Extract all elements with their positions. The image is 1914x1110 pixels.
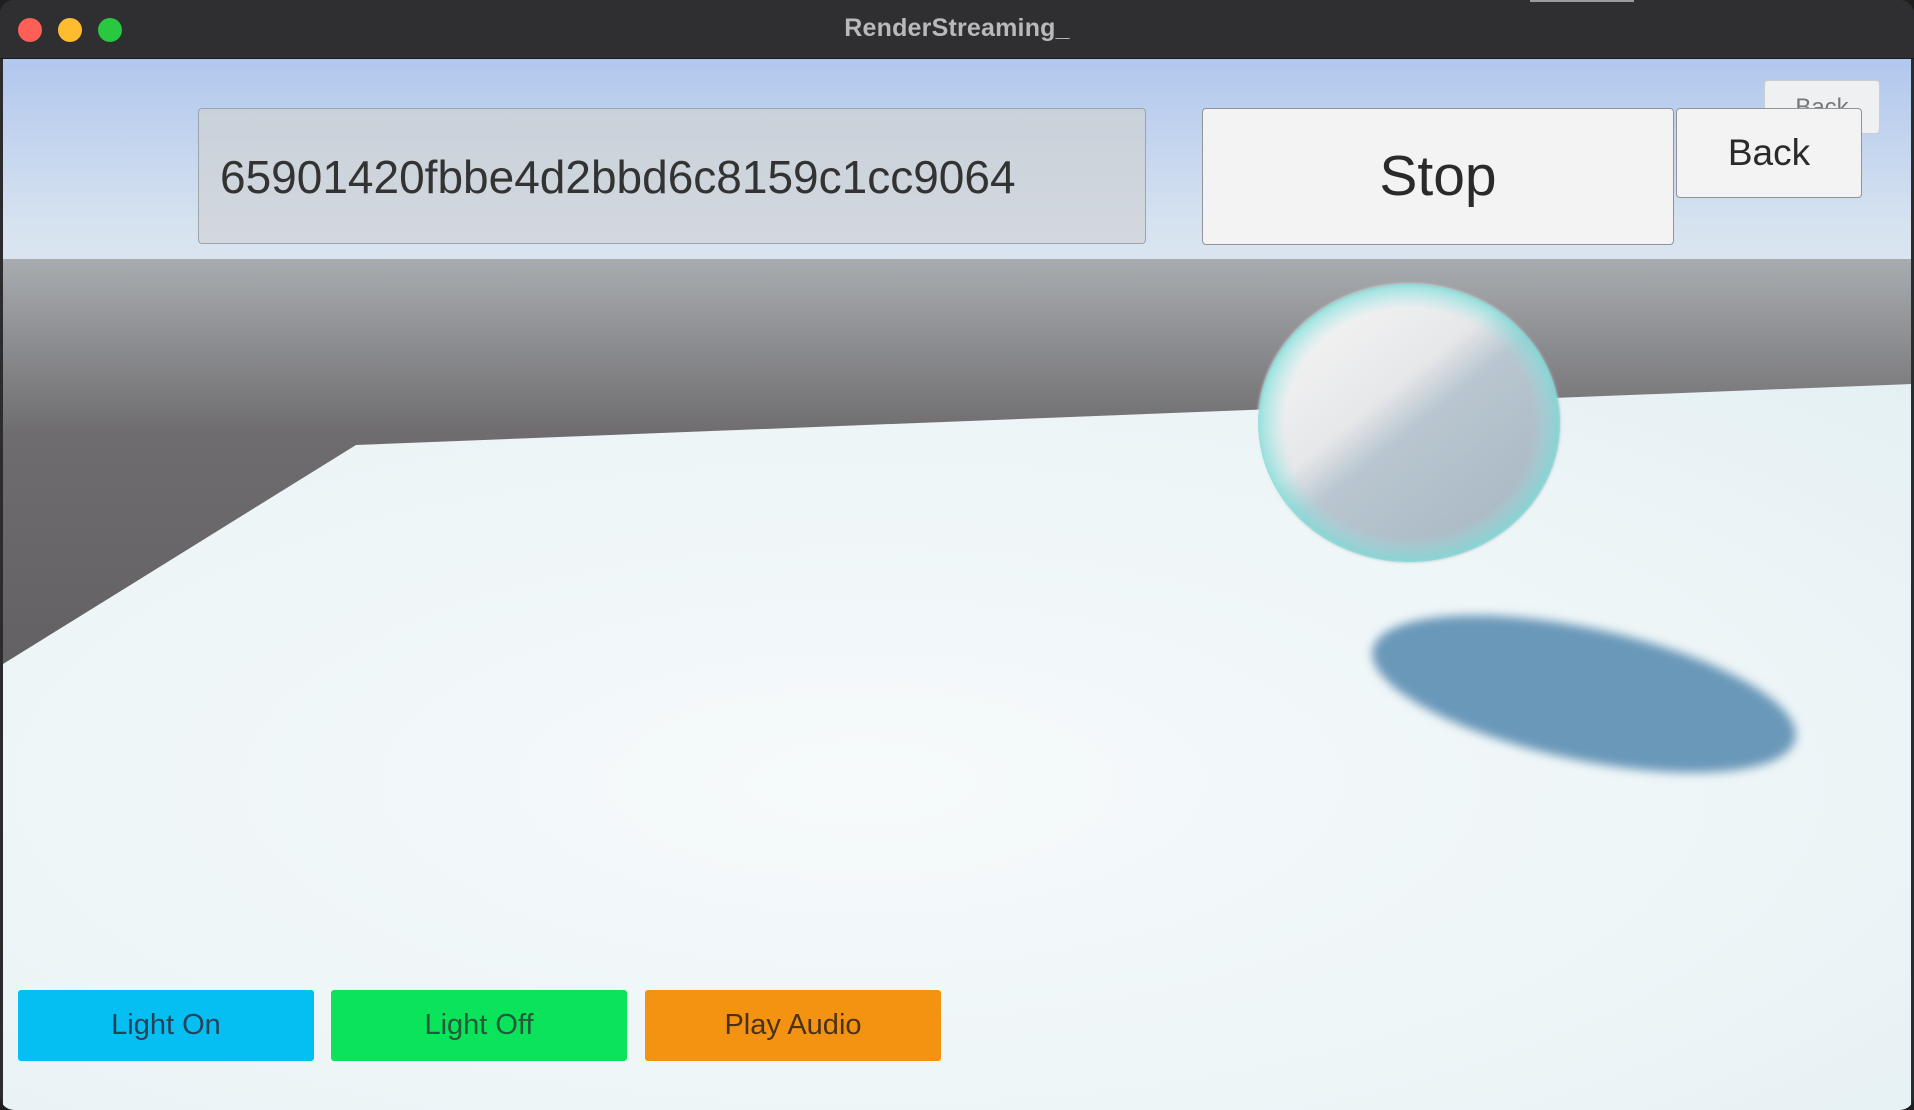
stop-button[interactable]: Stop — [1202, 108, 1674, 245]
title-bar-indicator — [1530, 0, 1634, 2]
window-title: RenderStreaming_ — [844, 14, 1070, 42]
connection-id-field[interactable]: 65901420fbbe4d2bbd6c8159c1cc9064 — [198, 108, 1146, 244]
light-on-button[interactable]: Light On — [18, 990, 314, 1061]
sphere-rim-light — [1258, 284, 1560, 562]
play-audio-button[interactable]: Play Audio — [645, 990, 941, 1061]
back-button[interactable]: Back — [1676, 108, 1862, 198]
app-window: RenderStreaming_ 65901420fbbe4d2bbd6c815… — [0, 0, 1914, 1110]
title-bar: RenderStreaming_ — [0, 0, 1914, 59]
light-off-button[interactable]: Light Off — [331, 990, 627, 1061]
